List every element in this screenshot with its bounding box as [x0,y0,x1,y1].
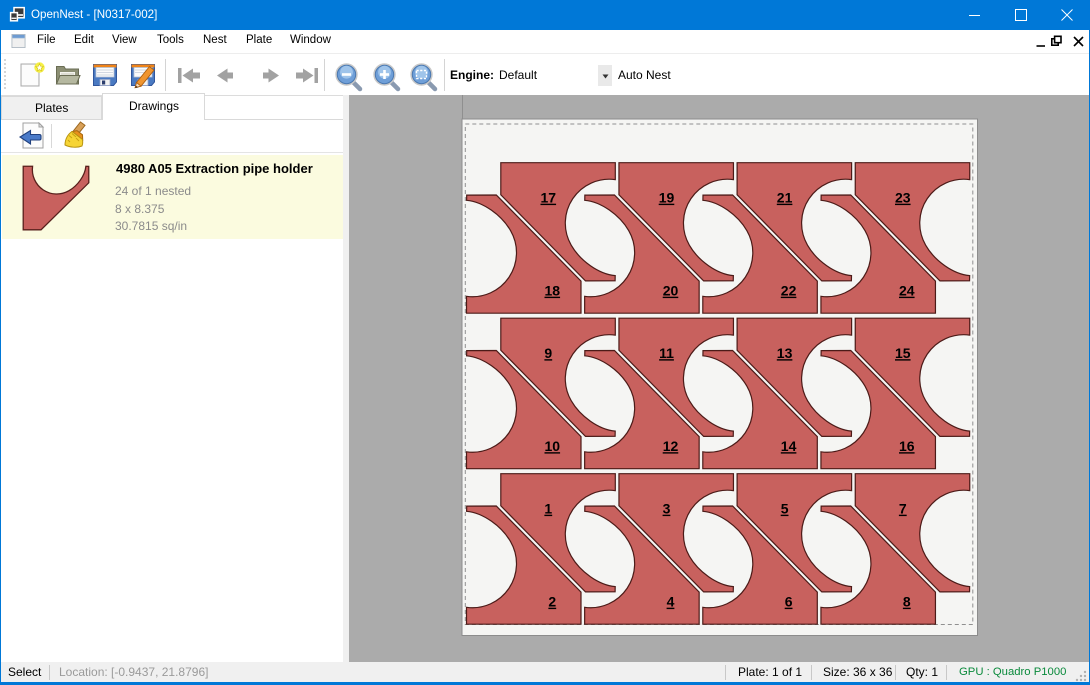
svg-text:18: 18 [545,283,561,299]
svg-text:23: 23 [895,190,911,206]
svg-text:8: 8 [903,594,911,610]
svg-text:3: 3 [663,501,671,517]
svg-text:15: 15 [895,345,911,361]
svg-text:5: 5 [781,501,789,517]
svg-text:4: 4 [667,594,675,610]
svg-text:7: 7 [899,501,907,517]
svg-text:9: 9 [544,345,552,361]
svg-text:1: 1 [544,501,552,517]
svg-text:22: 22 [781,283,797,299]
svg-text:24: 24 [899,283,915,299]
svg-text:20: 20 [663,283,679,299]
svg-text:16: 16 [899,438,915,454]
svg-text:11: 11 [659,345,674,361]
svg-text:21: 21 [777,190,793,206]
svg-text:19: 19 [659,190,675,206]
svg-text:17: 17 [541,190,557,206]
svg-text:6: 6 [785,594,793,610]
svg-text:14: 14 [781,438,797,454]
svg-text:2: 2 [548,594,556,610]
svg-text:13: 13 [777,345,793,361]
svg-text:12: 12 [663,438,679,454]
svg-text:10: 10 [545,438,561,454]
